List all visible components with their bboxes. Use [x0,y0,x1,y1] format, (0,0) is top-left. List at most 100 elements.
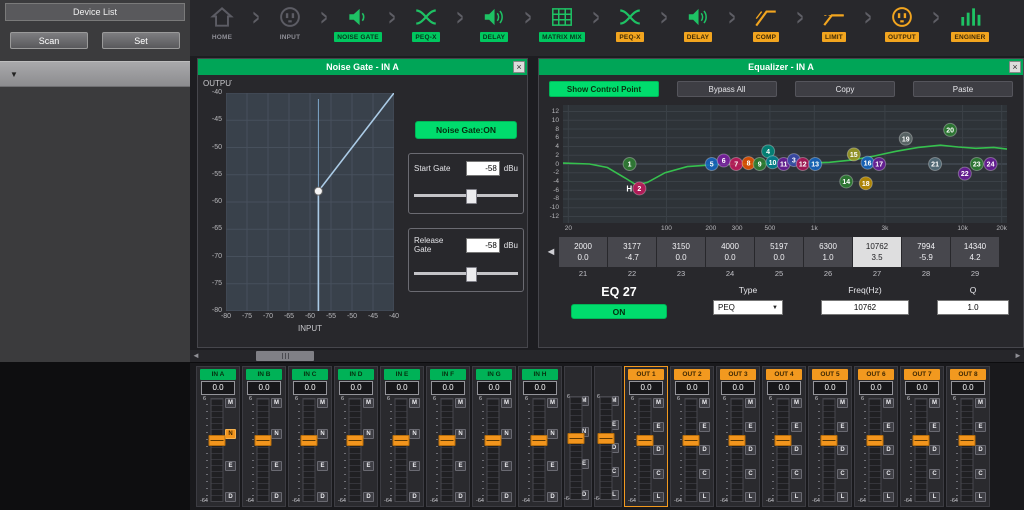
channel-limit-button[interactable]: L [653,492,664,502]
paste-button[interactable]: Paste [913,81,1013,97]
toolbar-item-delay[interactable]: DELAY [466,0,522,42]
channel-comp-button[interactable]: C [929,469,940,479]
channel-eq-button[interactable]: E [975,422,986,432]
eq-q-input[interactable] [937,300,1009,315]
channel-gain-value[interactable]: 0.0 [247,381,281,395]
channel-delay-button[interactable]: D [455,492,466,502]
channel-gate-button[interactable]: N [317,429,328,439]
fader[interactable] [346,396,363,504]
channel-comp-button[interactable]: C [699,469,710,479]
band-prev-icon[interactable]: ◄ [543,246,559,258]
channel-comp-button[interactable]: C [745,469,756,479]
channel-delay-button[interactable]: D [929,445,940,455]
channel-strip-out-8[interactable]: OUT 80.06-64MEDCL [946,366,990,507]
fader[interactable] [572,394,579,502]
channel-gain-value[interactable]: 0.0 [767,381,801,395]
fader-handle[interactable] [728,435,745,446]
fader-handle[interactable] [820,435,837,446]
channel-strip-in-b[interactable]: IN B0.06-64MNED [242,366,286,507]
channel-mute-button[interactable]: M [791,398,802,408]
fader[interactable] [438,396,455,504]
channel-gate-button[interactable]: N [409,429,420,439]
channel-gain-value[interactable]: 0.0 [431,381,465,395]
channel-strip-out-3[interactable]: OUT 30.06-64MEDCL [716,366,760,507]
channel-delay-button[interactable]: D [699,445,710,455]
channel-gain-value[interactable]: 0.0 [813,381,847,395]
fader-handle[interactable] [484,435,501,446]
fader[interactable] [530,396,547,504]
fader-handle[interactable] [208,435,225,446]
eq-band-cell-23[interactable]: 31500.0 [657,237,705,267]
channel-gain-value[interactable]: 0.0 [293,381,327,395]
channel-eq-button[interactable]: E [317,461,328,471]
channel-delay-button[interactable]: D [501,492,512,502]
channel-limit-button[interactable]: L [975,492,986,502]
channel-delay-button[interactable]: D [271,492,282,502]
fader-handle[interactable] [958,435,975,446]
channel-eq-button[interactable]: E [653,422,664,432]
channel-delay-button[interactable]: D [791,445,802,455]
toolbar-item-matrix-mix[interactable]: MATRIX MIX [534,0,590,42]
fader[interactable] [866,396,883,504]
channel-mute-button[interactable]: M [745,398,756,408]
fader[interactable] [636,396,653,504]
channel-eq-button[interactable]: E [271,461,282,471]
fader[interactable] [912,396,929,504]
channel-eq-button[interactable]: E [929,422,940,432]
fader[interactable] [820,396,837,504]
channel-comp-button[interactable]: C [791,469,802,479]
channel-delay-button[interactable]: D [653,445,664,455]
fader[interactable] [484,396,501,504]
master-strip[interactable]: 6-64MNED [564,366,592,507]
channel-strip-in-h[interactable]: IN H0.06-64MNED [518,366,562,507]
channel-strip-out-7[interactable]: OUT 70.06-64MEDCL [900,366,944,507]
eq-band-cell-22[interactable]: 3177-4.7 [608,237,656,267]
master-strip[interactable]: 6-64MEDCL [594,366,622,507]
fader-handle[interactable] [438,435,455,446]
channel-eq-button[interactable]: E [791,422,802,432]
fader[interactable] [392,396,409,504]
toolbar-item-enginer[interactable]: ENGINER [942,0,998,42]
horizontal-scrollbar[interactable]: ◄ ► [190,350,1024,363]
eq-band-cell-28[interactable]: 7994-5.9 [902,237,950,267]
fader-handle[interactable] [774,435,791,446]
eq-type-select[interactable]: PEQ ▼ [713,300,783,315]
channel-gain-value[interactable]: 0.0 [629,381,663,395]
fader[interactable] [728,396,745,504]
channel-gain-value[interactable]: 0.0 [951,381,985,395]
channel-gain-value[interactable]: 0.0 [859,381,893,395]
channel-gate-button[interactable]: N [225,429,236,439]
channel-eq-button[interactable]: E [363,461,374,471]
start-gate-slider-handle[interactable] [466,189,477,204]
eq-on-button[interactable]: ON [571,304,667,319]
release-gate-slider[interactable] [414,267,518,280]
toolbar-item-limit[interactable]: LIMIT [806,0,862,42]
channel-mute-button[interactable]: M [547,398,558,408]
channel-limit-button[interactable]: L [929,492,940,502]
channel-limit-button[interactable]: L [745,492,756,502]
fader-handle[interactable] [682,435,699,446]
toolbar-item-peq-x[interactable]: PEQ-X [398,0,454,42]
close-icon[interactable]: × [513,61,525,73]
fader-handle[interactable] [597,433,614,444]
channel-delay-button[interactable]: D [975,445,986,455]
channel-comp-button[interactable]: C [975,469,986,479]
channel-limit-button[interactable]: L [883,492,894,502]
release-gate-slider-handle[interactable] [466,267,477,282]
toolbar-item-output[interactable]: OUTPUT [874,0,930,42]
channel-strip-out-4[interactable]: OUT 40.06-64MEDCL [762,366,806,507]
channel-limit-button[interactable]: L [791,492,802,502]
channel-gain-value[interactable]: 0.0 [477,381,511,395]
channel-gate-button[interactable]: N [501,429,512,439]
toolbar-item-delay[interactable]: DELAY [670,0,726,42]
fader[interactable] [774,396,791,504]
fader[interactable] [958,396,975,504]
channel-strip-in-e[interactable]: IN E0.06-64MNED [380,366,424,507]
channel-gate-button[interactable]: N [271,429,282,439]
channel-gain-value[interactable]: 0.0 [675,381,709,395]
toolbar-item-peq-x[interactable]: PEQ-X [602,0,658,42]
channel-mute-button[interactable]: M [409,398,420,408]
fader-handle[interactable] [346,435,363,446]
eq-band-cell-26[interactable]: 63001.0 [804,237,852,267]
channel-gate-button[interactable]: N [455,429,466,439]
